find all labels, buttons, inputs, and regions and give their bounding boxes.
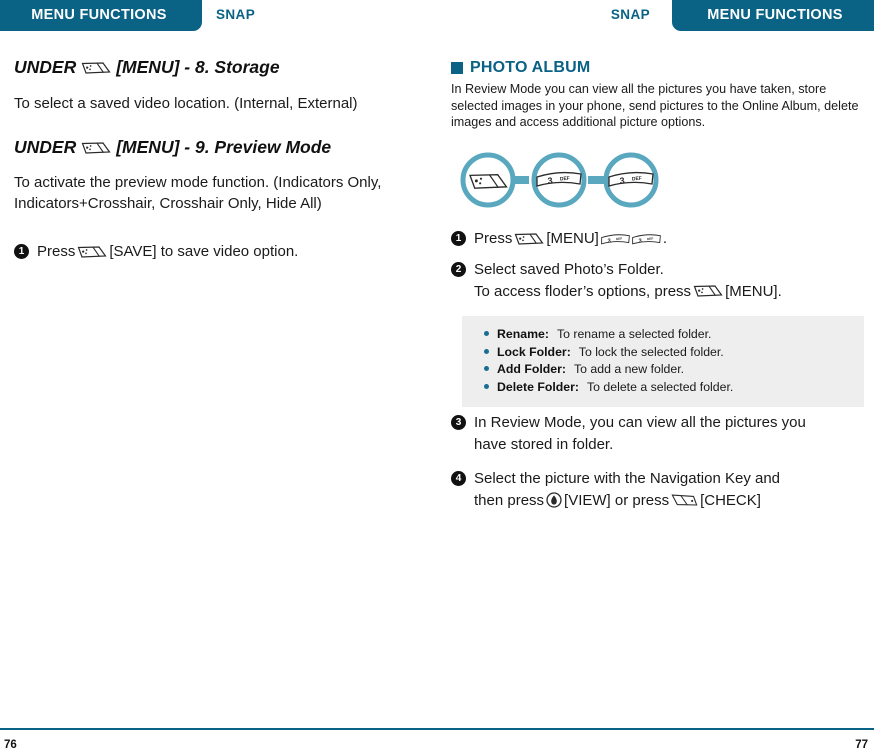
left-section-tab: MENU FUNCTIONS (0, 0, 202, 31)
folder-options-box: Rename: To rename a selected folder. Loc… (462, 316, 864, 407)
right-step-1: 1 Press [MENU] 3 DEF 3 DEF . (451, 228, 860, 250)
right-step-3-line-1: In Review Mode, you can view all the pic… (474, 414, 806, 431)
manual-page-spread: MENU FUNCTIONS SNAP UNDER [MENU] - 8. St… (0, 0, 874, 754)
softkey-save-icon (77, 245, 107, 259)
right-step-2-line-2-after: [MENU]. (725, 282, 782, 300)
left-step-1-text-after: [SAVE] to save video option. (109, 243, 299, 260)
softkey-menu-icon (514, 232, 544, 246)
right-page: SNAP MENU FUNCTIONS PHOTO ALBUM In Revie… (437, 0, 874, 754)
option-label: Add Folder: (497, 362, 566, 376)
option-label: Delete Folder: (497, 379, 579, 394)
numberkey-3def-icon: 3 DEF (632, 231, 661, 246)
softkey-menu-icon (81, 61, 111, 75)
option-desc: To add a new folder. (574, 362, 685, 376)
key-sequence-diagram: 3 DEF 3 DEF (451, 146, 874, 214)
option-row: Lock Folder: To lock the selected folder… (484, 344, 850, 362)
photo-album-intro: In Review Mode you can view all the pict… (451, 82, 859, 130)
left-step-1: 1 Press [SAVE] to save video option. (14, 241, 421, 263)
softkey-menu-icon (693, 284, 723, 298)
right-step-1-text-end: . (662, 230, 668, 247)
right-section-tab: MENU FUNCTIONS (672, 0, 874, 31)
left-heading-1: UNDER [MENU] - 8. Storage (14, 57, 421, 78)
right-step-1-text-after: [MENU] (546, 230, 599, 247)
option-desc: To lock the selected folder. (578, 344, 724, 359)
option-label: Lock Folder: (497, 344, 571, 359)
option-desc: To rename a selected folder. (556, 327, 712, 341)
left-paragraph-1: To select a saved video location. (Inter… (14, 95, 358, 112)
bullet-dot-icon (484, 348, 489, 354)
right-step-3: 3 In Review Mode, you can view all the p… (451, 412, 860, 455)
left-running-head: MENU FUNCTIONS SNAP (0, 0, 437, 32)
option-row: Delete Folder: To delete a selected fold… (484, 379, 850, 397)
svg-text:DEF: DEF (647, 237, 654, 242)
left-step-1-text-before: Press (37, 243, 76, 260)
option-row: Add Folder: To add a new folder. (484, 361, 850, 379)
right-step-4: 4 Select the picture with the Navigation… (451, 468, 860, 511)
step-number-badge: 2 (451, 262, 466, 277)
step-number-badge: 3 (451, 415, 466, 430)
right-step-2: 2 Select saved Photo’s Folder. To access… (451, 259, 860, 302)
left-heading-2: UNDER [MENU] - 9. Preview Mode (14, 137, 421, 158)
option-desc: To delete a selected folder. (587, 379, 734, 394)
right-page-number: 77 (855, 739, 868, 751)
svg-text:DEF: DEF (632, 176, 642, 183)
left-page: MENU FUNCTIONS SNAP UNDER [MENU] - 8. St… (0, 0, 437, 754)
left-paragraph-2: To activate the preview mode function. (… (14, 174, 382, 212)
right-step-2-line-2-before: To access floder’s options, press (474, 282, 692, 300)
right-footer-rule (437, 728, 874, 730)
bullet-dot-icon (484, 366, 489, 371)
option-row: Rename: To rename a selected folder. (484, 326, 850, 344)
svg-text:DEF: DEF (616, 237, 623, 242)
left-footer-rule (0, 728, 437, 730)
navigation-key-icon (546, 492, 562, 508)
right-step-4-line-2-a: then press (474, 491, 545, 509)
right-step-4-line-1: Select the picture with the Navigation K… (474, 470, 781, 487)
left-page-number: 76 (4, 739, 17, 751)
step-number-badge: 4 (451, 471, 466, 486)
left-heading-2-prefix: UNDER (14, 137, 77, 157)
softkey-check-icon (671, 493, 698, 508)
right-step-4-line-2-b: [VIEW] or press (564, 491, 670, 509)
right-snap-label: SNAP (610, 7, 650, 22)
bullet-dot-icon (484, 331, 489, 336)
right-step-3-line-2: have stored in folder. (474, 435, 614, 453)
numberkey-3def-icon: 3 DEF (601, 231, 630, 246)
photo-album-heading-text: PHOTO ALBUM (470, 59, 591, 76)
right-step-2-line-1: Select saved Photo’s Folder. (474, 261, 664, 278)
right-running-head: SNAP MENU FUNCTIONS (437, 0, 874, 32)
left-heading-1-prefix: UNDER (14, 57, 77, 77)
left-heading-2-suffix: [MENU] - 9. Preview Mode (116, 137, 332, 157)
step-number-badge: 1 (14, 244, 29, 259)
step-number-badge: 1 (451, 231, 466, 246)
square-bullet-icon (451, 62, 463, 74)
softkey-menu-icon (81, 141, 111, 155)
photo-album-heading: PHOTO ALBUM (451, 59, 860, 77)
right-step-4-line-2-c: [CHECK] (700, 491, 761, 509)
option-label: Rename: (497, 327, 549, 341)
bullet-dot-icon (484, 383, 489, 389)
left-snap-label: SNAP (216, 7, 256, 22)
right-step-1-text-before: Press (474, 230, 513, 247)
left-heading-1-suffix: [MENU] - 8. Storage (116, 57, 280, 77)
svg-text:DEF: DEF (560, 176, 570, 183)
